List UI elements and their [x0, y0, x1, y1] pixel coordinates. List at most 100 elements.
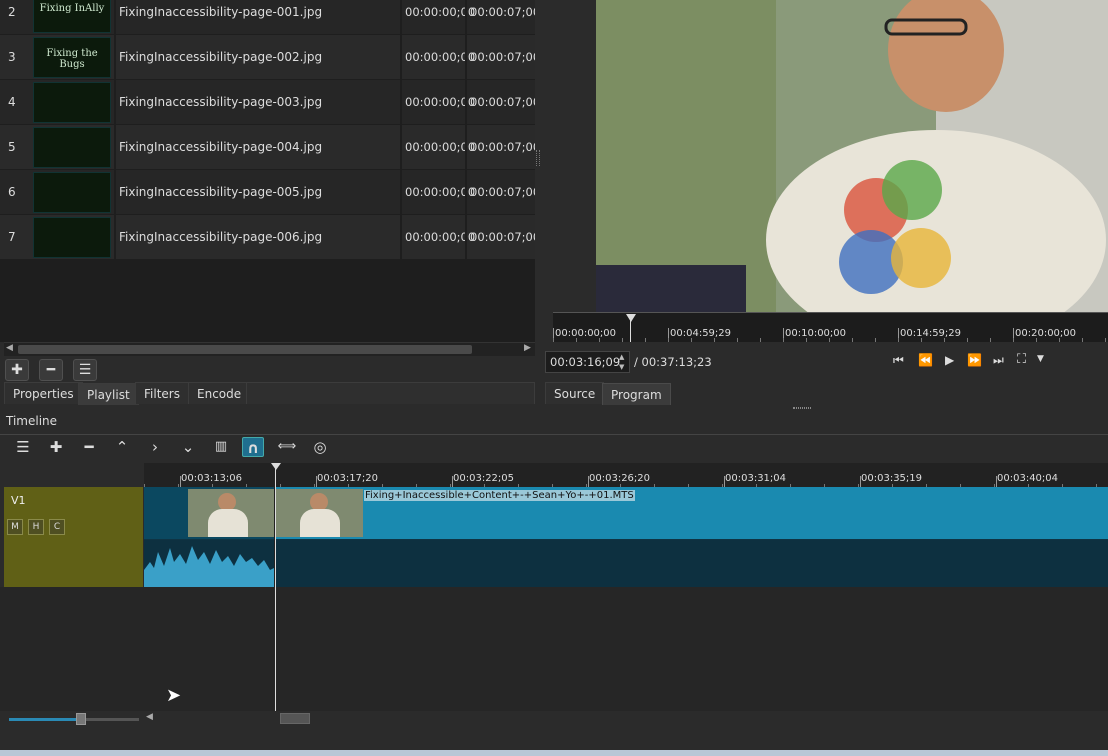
append-icon[interactable]: ✚: [45, 437, 67, 457]
play-icon[interactable]: ▶: [945, 353, 954, 367]
video-preview: [596, 0, 1108, 312]
tab-properties[interactable]: Properties: [4, 382, 83, 404]
dropdown-arrow-icon[interactable]: ▼: [1037, 354, 1044, 364]
row-duration: 00:00:07;00: [470, 95, 535, 109]
tab-source[interactable]: Source: [545, 382, 605, 404]
current-time[interactable]: 00:03:16;09: [550, 355, 620, 369]
zoom-slider-handle[interactable]: [76, 713, 86, 725]
player-playhead-line: [630, 314, 631, 342]
row-duration: 00:00:07;00: [470, 185, 535, 199]
ruler-label: 00:14:59;29: [900, 328, 962, 339]
audio-waveform[interactable]: [144, 540, 1108, 587]
playlist-row[interactable]: 4 FixingInaccessibility-page-003.jpg 00:00…: [0, 80, 535, 125]
playlist-row[interactable]: 7 FixingInaccessibility-page-006.jpg 00:00…: [0, 215, 535, 260]
clip-thumbnail-2: [276, 489, 363, 537]
ruler-subtick: [714, 338, 715, 342]
playlist-row[interactable]: 3 Fixing the Bugs FixingInaccessibility-pa…: [0, 35, 535, 80]
waveform-shape: [144, 546, 274, 587]
ruler-subtick: [553, 338, 554, 342]
column-separator: [400, 215, 402, 260]
row-number: 3: [8, 50, 16, 64]
row-thumbnail: [33, 127, 111, 168]
playlist-row[interactable]: 6 FixingInaccessibility-page-005.jpg 00:00…: [0, 170, 535, 215]
ruler-label: 00:00:00;00: [555, 328, 617, 339]
track-name: V1: [11, 494, 26, 507]
row-number: 2: [8, 5, 16, 19]
split-icon[interactable]: ⌄: [177, 437, 199, 457]
ruler-subtick: [737, 338, 738, 342]
column-separator: [114, 170, 116, 215]
timeline-playhead-marker[interactable]: [271, 463, 281, 470]
ripple-all-icon[interactable]: ◎: [309, 437, 331, 457]
ruler-label: 00:03:40;04: [997, 473, 1059, 484]
ruler-subtick: [1105, 338, 1106, 342]
spin-arrows-icon[interactable]: ▲ ▼: [619, 352, 624, 372]
column-separator: [114, 35, 116, 80]
scrub-icon[interactable]: ▥: [210, 437, 232, 457]
skip-to-start-icon[interactable]: ⏮: [893, 353, 904, 368]
skip-to-end-icon[interactable]: ⏭: [993, 353, 1004, 368]
remove-button[interactable]: ━: [39, 359, 63, 381]
fast-forward-icon[interactable]: ⏩: [967, 353, 982, 367]
video-clip[interactable]: Fixing+Inaccessible+Content+-+Sean+Yo+-+…: [144, 487, 1108, 539]
ruler-subtick: [1036, 338, 1037, 342]
tab-bar-filler: [246, 382, 535, 404]
row-filename: FixingInaccessibility-page-002.jpg: [119, 50, 323, 64]
player-playhead-marker[interactable]: [626, 314, 636, 322]
add-button[interactable]: ✚: [5, 359, 29, 381]
ruler-subtick: [967, 338, 968, 342]
scroll-left-icon[interactable]: ◀: [146, 712, 153, 722]
column-separator: [114, 80, 116, 125]
zoom-slider-fill: [9, 718, 81, 721]
timeline-menu-icon[interactable]: ☰: [12, 437, 34, 457]
timeline-title: Timeline: [6, 414, 58, 428]
hide-button[interactable]: H: [28, 519, 44, 535]
ruler-label: 00:04:59;29: [670, 328, 732, 339]
zoom-fit-icon[interactable]: ⛶: [1017, 352, 1026, 367]
row-thumbnail: [33, 172, 111, 213]
dock-splitter-handle[interactable]: [793, 407, 811, 409]
tab-program[interactable]: Program: [602, 383, 671, 405]
ruler-label: 00:10:00;00: [785, 328, 847, 339]
row-duration: 00:00:07;00: [470, 230, 535, 244]
ripple-delete-icon[interactable]: ━: [78, 437, 100, 457]
track-header-v1[interactable]: V1: [4, 487, 143, 587]
tab-playlist[interactable]: Playlist: [78, 383, 139, 405]
playlist-horizontal-scrollbar[interactable]: ◀ ▶: [4, 342, 535, 356]
scroll-left-icon[interactable]: ◀: [6, 343, 13, 353]
ruler-subtick: [829, 338, 830, 342]
scroll-right-icon[interactable]: ▶: [524, 343, 531, 353]
row-filename: FixingInaccessibility-page-003.jpg: [119, 95, 323, 109]
column-separator: [465, 35, 467, 80]
clip-thumbnail-1: [188, 489, 274, 537]
menu-button[interactable]: ☰: [73, 359, 97, 381]
timeline-toolbar: ☰ ✚ ━ ⌃ › ⌄ ▥ ∩ ⟺ ◎: [0, 434, 1108, 458]
timeline-scroll-thumb[interactable]: [280, 713, 310, 724]
tab-encode[interactable]: Encode: [188, 382, 251, 404]
timeline-playhead[interactable]: [275, 463, 276, 711]
timecode-field[interactable]: 00:03:16;09 ▲ ▼: [545, 351, 630, 373]
timeline-ruler[interactable]: 00:03:13;06 00:03:17;20 00:03:22;05 00:03:2…: [144, 463, 1108, 488]
video-frame: [596, 0, 1108, 312]
ripple-icon[interactable]: ⟺: [276, 437, 298, 457]
tab-filters[interactable]: Filters: [135, 382, 189, 404]
ruler-subtick: [1082, 338, 1083, 342]
scrollbar-thumb[interactable]: [18, 345, 472, 354]
column-separator: [114, 0, 116, 35]
mute-button[interactable]: M: [7, 519, 23, 535]
ruler-subtick: [691, 338, 692, 342]
splitter-handle[interactable]: [536, 150, 540, 166]
row-filename: FixingInaccessibility-page-006.jpg: [119, 230, 323, 244]
player-ruler[interactable]: 00:00:00;00 00:04:59;29 00:10:00;00 00:14:5…: [553, 312, 1108, 342]
ruler-subtick: [990, 338, 991, 342]
playlist-panel: 2 Fixing InAlly FixingInaccessibility-page…: [0, 0, 535, 342]
thumb-body: [300, 509, 340, 537]
playlist-row[interactable]: 5 FixingInaccessibility-page-004.jpg 00:00…: [0, 125, 535, 170]
snap-icon[interactable]: ∩: [242, 437, 264, 457]
overwrite-icon[interactable]: ›: [144, 437, 166, 457]
rewind-icon[interactable]: ⏪: [918, 353, 933, 367]
playlist-row[interactable]: 2 Fixing InAlly FixingInaccessibility-page…: [0, 0, 535, 35]
thumbnail-text: Fixing the Bugs: [46, 48, 98, 70]
lift-icon[interactable]: ⌃: [111, 437, 133, 457]
composite-button[interactable]: C: [49, 519, 65, 535]
